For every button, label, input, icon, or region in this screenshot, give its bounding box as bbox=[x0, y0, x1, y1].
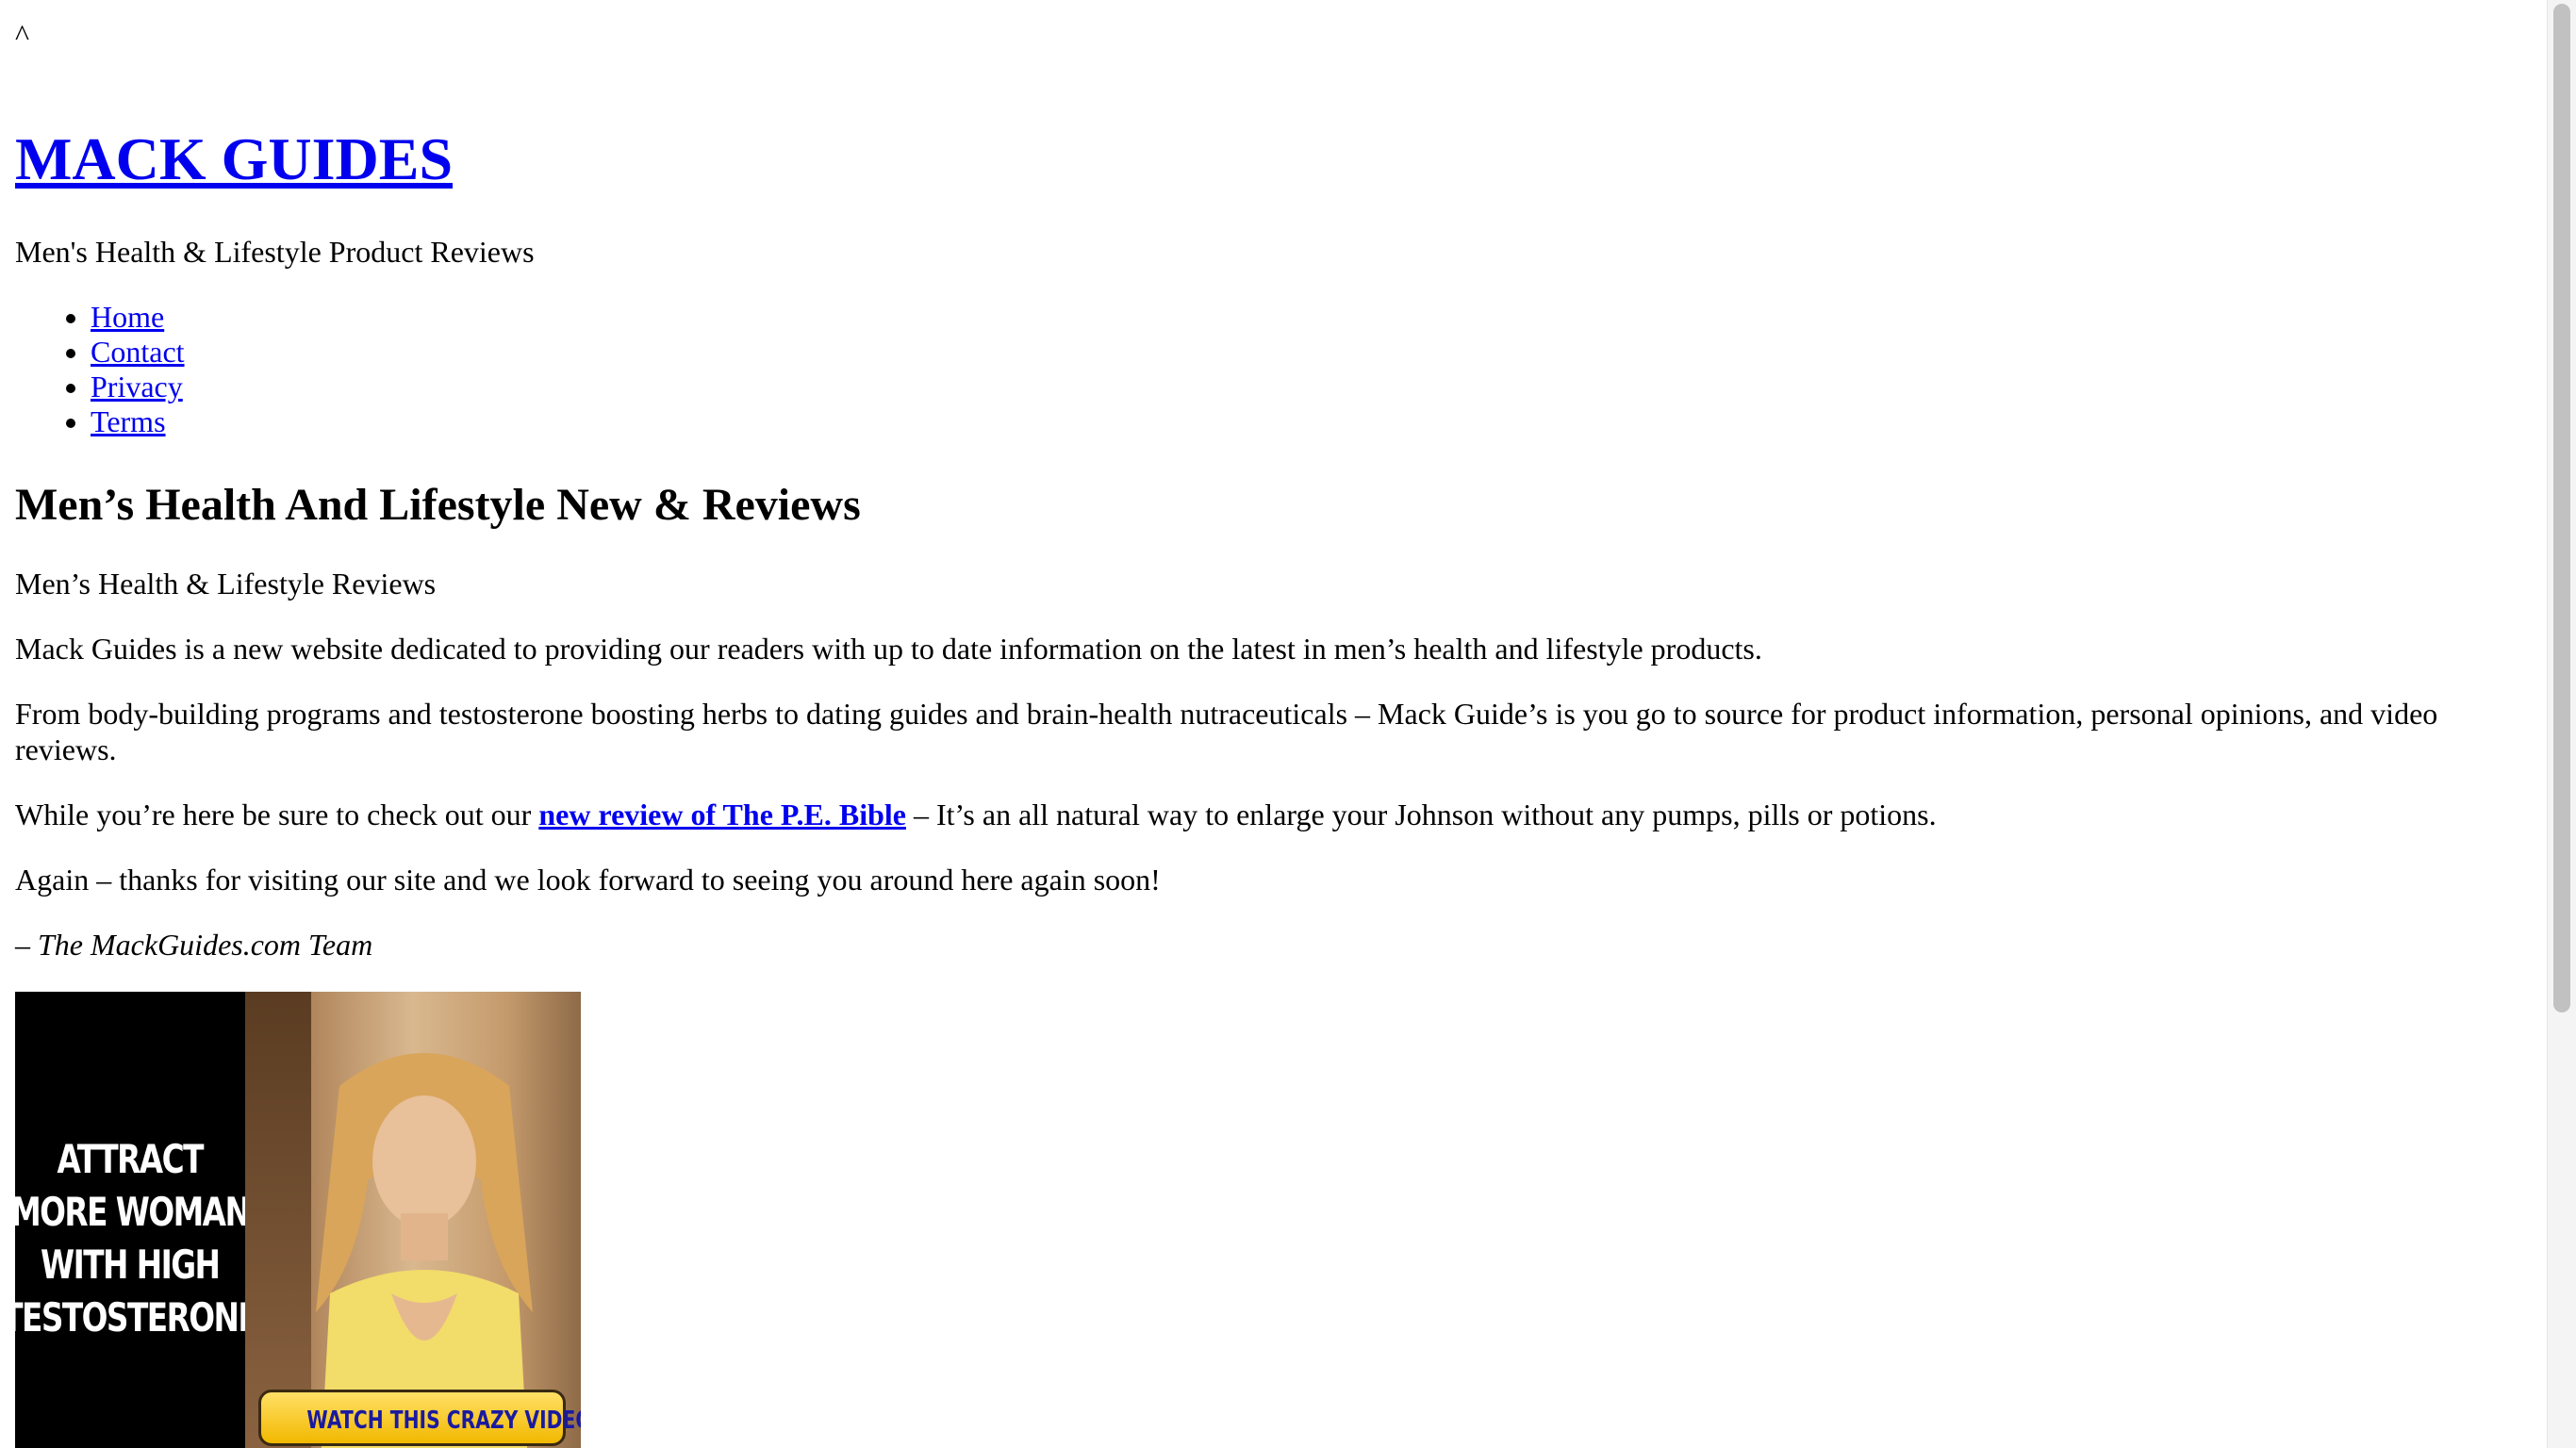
nav-link-terms[interactable]: Terms bbox=[91, 404, 166, 438]
ad-photo-figure bbox=[316, 1053, 533, 1448]
site-title: MACK GUIDES bbox=[15, 124, 453, 194]
post-paragraph-intro: Mack Guides is a new website dedicated t… bbox=[15, 632, 1762, 666]
ad-photo: WATCH THIS CRAZY VIDEO >> bbox=[245, 992, 581, 1448]
ad-banner[interactable]: ATTRACT MORE WOMAN WITH HIGH TESTOSTERON… bbox=[15, 992, 581, 1448]
post-paragraph-programs: From body-building programs and testoste… bbox=[15, 697, 2438, 766]
post-title: Men’s Health And Lifestyle New & Reviews bbox=[15, 480, 861, 530]
post-paragraph-thanks: Again – thanks for visiting our site and… bbox=[15, 863, 1161, 897]
nav-link-home[interactable]: Home bbox=[91, 300, 164, 334]
vertical-scrollbar[interactable] bbox=[2547, 0, 2576, 1448]
post-signature: – The MackGuides.com Team bbox=[15, 928, 373, 962]
review-link[interactable]: new review of The P.E. Bible bbox=[538, 798, 906, 831]
nav-link-contact[interactable]: Contact bbox=[91, 335, 185, 369]
nav-item-terms: Terms bbox=[91, 404, 185, 439]
site-title-link[interactable]: MACK GUIDES bbox=[15, 125, 453, 192]
scrollbar-thumb[interactable] bbox=[2553, 4, 2570, 1012]
main-nav: Home Contact Privacy Terms bbox=[15, 300, 185, 439]
site-tagline: Men's Health & Lifestyle Product Reviews bbox=[15, 235, 535, 269]
caret-icon[interactable]: ^ bbox=[15, 17, 29, 53]
review-text-before: While you’re here be sure to check out o… bbox=[15, 798, 539, 831]
nav-link-privacy[interactable]: Privacy bbox=[91, 370, 183, 403]
ad-cta-label: WATCH THIS CRAZY VIDEO >> bbox=[306, 1407, 581, 1435]
ad-cta-button[interactable]: WATCH THIS CRAZY VIDEO >> bbox=[258, 1390, 581, 1446]
nav-item-privacy: Privacy bbox=[91, 370, 185, 404]
nav-item-contact: Contact bbox=[91, 335, 185, 370]
nav-item-home: Home bbox=[91, 300, 185, 335]
post-subtitle: Men’s Health & Lifestyle Reviews bbox=[15, 567, 437, 601]
post-paragraph-review: While you’re here be sure to check out o… bbox=[15, 797, 2523, 832]
review-text-after: – It’s an all natural way to enlarge you… bbox=[905, 798, 1937, 831]
ad-headline: ATTRACT MORE WOMAN WITH HIGH TESTOSTERON… bbox=[15, 1136, 259, 1341]
ad-headline-panel: ATTRACT MORE WOMAN WITH HIGH TESTOSTERON… bbox=[15, 992, 259, 1448]
